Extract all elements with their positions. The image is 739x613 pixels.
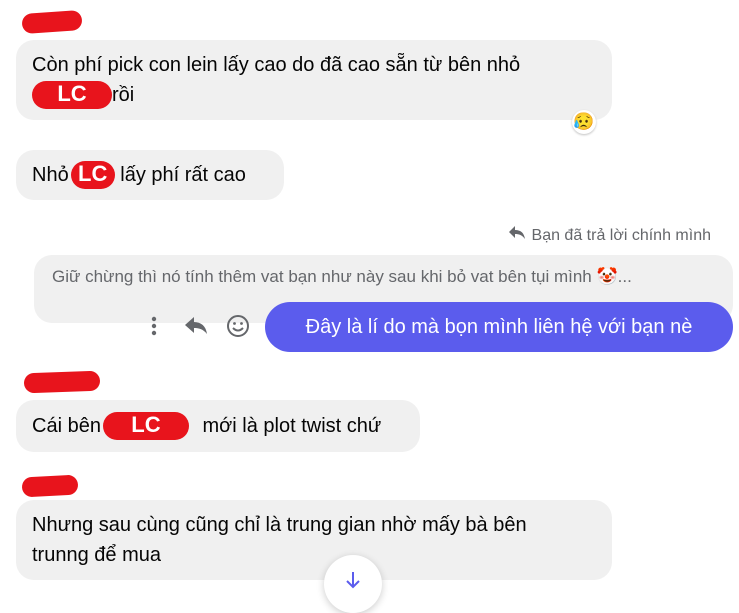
message-bubble[interactable]: Cái bên LC mới là plot twist chứ bbox=[16, 400, 420, 452]
reaction-sad-icon[interactable]: 😥 bbox=[572, 110, 596, 134]
more-vertical-icon[interactable] bbox=[140, 312, 168, 340]
scroll-down-button[interactable] bbox=[324, 555, 382, 613]
message-bubble[interactable]: Nhỏ LC lấy phí rất cao bbox=[16, 150, 284, 200]
own-message-bubble[interactable]: Đây là lí do mà bọn mình liên hệ với bạn… bbox=[265, 302, 733, 352]
redacted-name: LC bbox=[70, 161, 115, 189]
message-text: Nhỏ bbox=[32, 164, 69, 186]
message-text: lấy phí rất cao bbox=[114, 164, 246, 186]
message-text: Cái bên bbox=[32, 415, 101, 437]
message-bubble[interactable]: Nhưng sau cùng cũng chỉ là trung gian nh… bbox=[16, 500, 612, 580]
message-text: Nhưng sau cùng cũng chỉ là trung gian nh… bbox=[32, 514, 527, 536]
redacted-name: LC bbox=[32, 81, 112, 109]
arrow-down-icon bbox=[345, 571, 361, 594]
message-text: Còn phí pick con lein lấy cao do đã cao … bbox=[32, 54, 521, 76]
message-text: trunng để mua bbox=[32, 544, 161, 566]
message-actions bbox=[140, 312, 252, 340]
redacted-sender-name bbox=[21, 474, 79, 498]
message-text: rồi bbox=[112, 84, 135, 106]
smiley-icon[interactable] bbox=[224, 312, 252, 340]
redacted-name: LC bbox=[102, 412, 189, 440]
reply-arrow-icon[interactable] bbox=[182, 312, 210, 340]
message-bubble[interactable]: Còn phí pick con lein lấy cao do đã cao … bbox=[16, 40, 612, 120]
redacted-sender-name bbox=[23, 370, 101, 394]
reply-arrow-icon bbox=[508, 225, 526, 246]
message-text: mới là plot twist chứ bbox=[196, 415, 382, 437]
redacted-sender-name bbox=[21, 9, 83, 35]
reply-note: Bạn đã trả lời chính mình bbox=[508, 225, 711, 246]
